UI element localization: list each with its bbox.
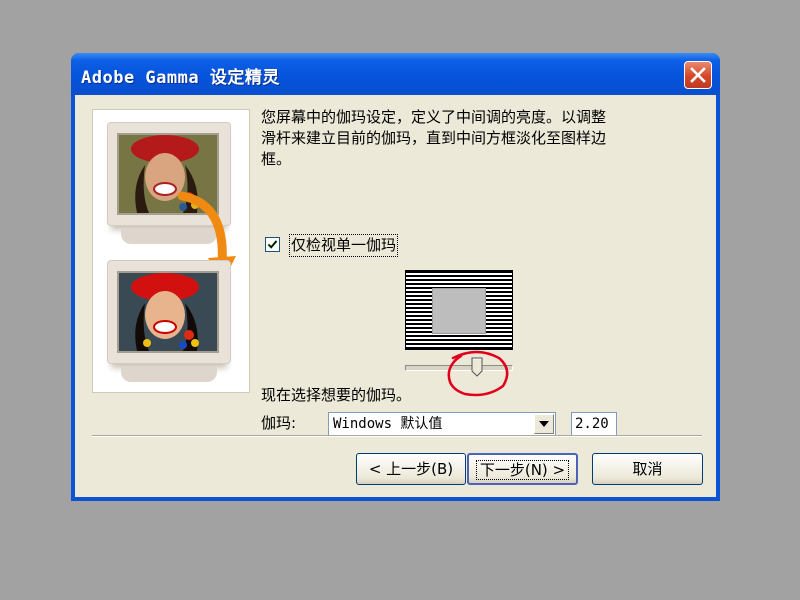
adobe-gamma-dialog: Adobe Gamma 设定精灵 您屏幕中的伽玛设定，定义了中间调的亮度。以调整…: [71, 53, 720, 501]
button-divider: [92, 435, 702, 437]
gamma-value-input[interactable]: 2.20: [571, 412, 617, 436]
red-circle-annotation: [447, 350, 509, 397]
close-button[interactable]: [684, 61, 712, 89]
title-bar[interactable]: Adobe Gamma 设定精灵: [71, 53, 720, 95]
gamma-preset-select[interactable]: Windows 默认值: [328, 412, 556, 436]
gamma-test-center: [432, 288, 486, 334]
chevron-down-icon: [539, 421, 549, 427]
gamma-preset-value: Windows 默认值: [333, 416, 443, 432]
next-button-label: 下一步(N) >: [475, 460, 570, 480]
choose-gamma-label: 现在选择想要的伽玛。: [261, 386, 412, 404]
gamma-label: 伽玛:: [261, 414, 297, 432]
cancel-button[interactable]: 取消: [592, 453, 703, 485]
portrait-after-image: [117, 271, 219, 353]
monitor-after-base: [121, 366, 217, 382]
single-gamma-checkbox[interactable]: [265, 237, 280, 252]
single-gamma-label[interactable]: 仅检视单一伽玛: [289, 234, 399, 257]
gamma-preset-dropdown-button[interactable]: [534, 414, 554, 434]
close-icon: [690, 67, 706, 83]
dialog-body: 您屏幕中的伽玛设定，定义了中间调的亮度。以调整滑杆来建立目前的伽玛，直到中间方框…: [75, 95, 716, 497]
next-button[interactable]: 下一步(N) >: [467, 453, 578, 485]
instruction-text: 您屏幕中的伽玛设定，定义了中间调的亮度。以调整滑杆来建立目前的伽玛，直到中间方框…: [261, 108, 607, 168]
back-button[interactable]: < 上一步(B): [356, 453, 466, 485]
window-title: Adobe Gamma 设定精灵: [81, 68, 280, 88]
monitor-after: [107, 260, 231, 364]
gamma-test-pattern: [405, 270, 513, 350]
check-icon: [267, 240, 278, 249]
illustration-panel: [92, 109, 250, 393]
